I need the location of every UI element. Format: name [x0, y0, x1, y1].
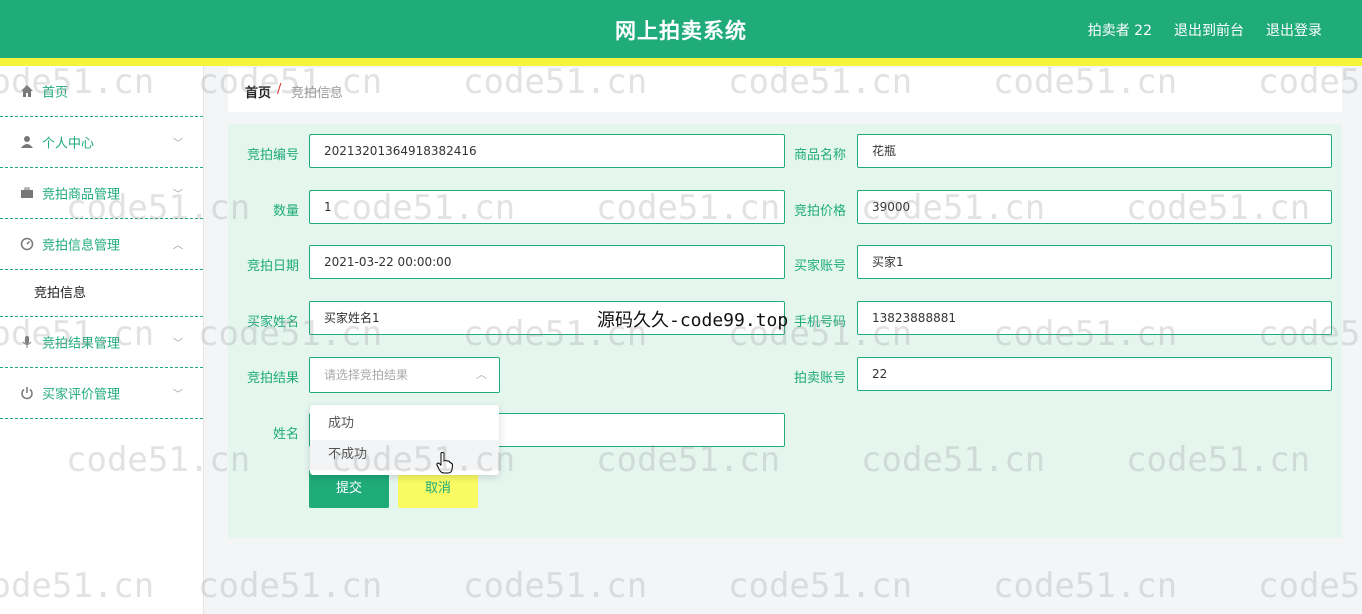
- date-field[interactable]: 2021-03-22 00:00:00: [309, 245, 785, 279]
- breadcrumb: 首页 / 竞拍信息: [228, 68, 1342, 112]
- chevron-down-icon: ﹀: [173, 389, 183, 401]
- price-label: 竞拍价格: [793, 204, 846, 219]
- result-placeholder: 请选择竞拍结果: [324, 368, 409, 382]
- hand-cursor-icon: [436, 452, 454, 474]
- dashboard-icon: [20, 237, 34, 251]
- chevron-down-icon: ﹀: [173, 138, 183, 150]
- name-label: 姓名: [272, 427, 299, 442]
- back-to-frontend-link[interactable]: 退出到前台: [1174, 20, 1244, 40]
- briefcase-icon: [20, 186, 34, 200]
- chevron-down-icon: ﹀: [173, 189, 183, 201]
- sidebar-item-home[interactable]: 首页: [0, 66, 203, 117]
- current-user-link[interactable]: 拍卖者 22: [1088, 20, 1152, 40]
- option-success[interactable]: 成功: [310, 409, 499, 439]
- submit-button[interactable]: 提交: [309, 470, 389, 508]
- auction-no-field[interactable]: 20213201364918382416: [309, 134, 785, 168]
- sidebar-item-label: 竞拍信息管理: [42, 238, 121, 254]
- sidebar-item-auction-info-management[interactable]: 竞拍信息管理 ︿: [0, 219, 203, 270]
- header-links: 拍卖者 22 退出到前台 退出登录: [1088, 20, 1322, 40]
- chevron-up-icon: ︿: [476, 368, 487, 381]
- chevron-down-icon: ﹀: [173, 338, 183, 350]
- chevron-up-icon: ︿: [173, 240, 183, 252]
- result-label: 竞拍结果: [246, 371, 299, 386]
- product-name-field[interactable]: 花瓶: [857, 134, 1332, 168]
- buyer-account-label: 买家账号: [793, 259, 846, 274]
- submenu-auction-info[interactable]: 竞拍信息: [0, 270, 203, 316]
- quantity-field[interactable]: 1: [309, 190, 785, 224]
- home-icon: [20, 84, 34, 98]
- seller-account-label: 拍卖账号: [793, 371, 846, 386]
- sidebar: 首页 个人中心 ﹀ 竞拍商品管理 ﹀ 竞拍信息管理 ︿ 竞拍信息 竞拍结果管理 …: [0, 66, 204, 614]
- phone-field[interactable]: 13823888881: [857, 301, 1332, 335]
- sidebar-item-label: 竞拍结果管理: [42, 336, 121, 352]
- sidebar-item-label: 买家评价管理: [42, 387, 121, 403]
- product-name-label: 商品名称: [793, 148, 846, 163]
- microphone-icon: [20, 335, 34, 349]
- sidebar-item-buyer-review-management[interactable]: 买家评价管理 ﹀: [0, 368, 203, 419]
- sidebar-item-label: 竞拍商品管理: [42, 187, 121, 203]
- cancel-button[interactable]: 取消: [398, 470, 478, 508]
- buyer-name-label: 买家姓名: [246, 315, 299, 330]
- watermark: code51.cn: [463, 566, 648, 606]
- price-field[interactable]: 39000: [857, 190, 1332, 224]
- option-failure[interactable]: 不成功: [310, 440, 499, 470]
- sidebar-item-label: 首页: [42, 85, 69, 101]
- header-accent-stripe: [0, 58, 1362, 66]
- watermark: code51.cn: [198, 566, 383, 606]
- top-header: 网上拍卖系统 拍卖者 22 退出到前台 退出登录: [0, 0, 1362, 58]
- breadcrumb-separator: /: [277, 82, 282, 97]
- watermark: code51.cn: [728, 566, 913, 606]
- date-label: 竞拍日期: [246, 259, 299, 274]
- watermark: code51.cn: [993, 566, 1178, 606]
- breadcrumb-home[interactable]: 首页: [245, 82, 271, 101]
- watermark: code51.cn: [1258, 566, 1362, 606]
- result-dropdown: 成功 不成功: [310, 405, 499, 475]
- submenu-label: 竞拍信息: [34, 286, 87, 301]
- result-select[interactable]: 请选择竞拍结果 ︿: [309, 357, 500, 393]
- quantity-label: 数量: [272, 204, 299, 219]
- sidebar-item-result-management[interactable]: 竞拍结果管理 ﹀: [0, 316, 203, 368]
- breadcrumb-current: 竞拍信息: [291, 86, 344, 101]
- sidebar-item-label: 个人中心: [42, 136, 95, 152]
- sidebar-item-personal-center[interactable]: 个人中心 ﹀: [0, 117, 203, 168]
- seller-account-field[interactable]: 22: [857, 357, 1332, 391]
- buyer-account-field[interactable]: 买家1: [857, 245, 1332, 279]
- watermark-overlay: 源码久久-code99.top: [597, 310, 789, 331]
- power-icon: [20, 386, 34, 400]
- sidebar-item-product-management[interactable]: 竞拍商品管理 ﹀: [0, 168, 203, 219]
- user-icon: [20, 135, 34, 149]
- auction-no-label: 竞拍编号: [246, 148, 299, 163]
- logout-link[interactable]: 退出登录: [1266, 20, 1322, 40]
